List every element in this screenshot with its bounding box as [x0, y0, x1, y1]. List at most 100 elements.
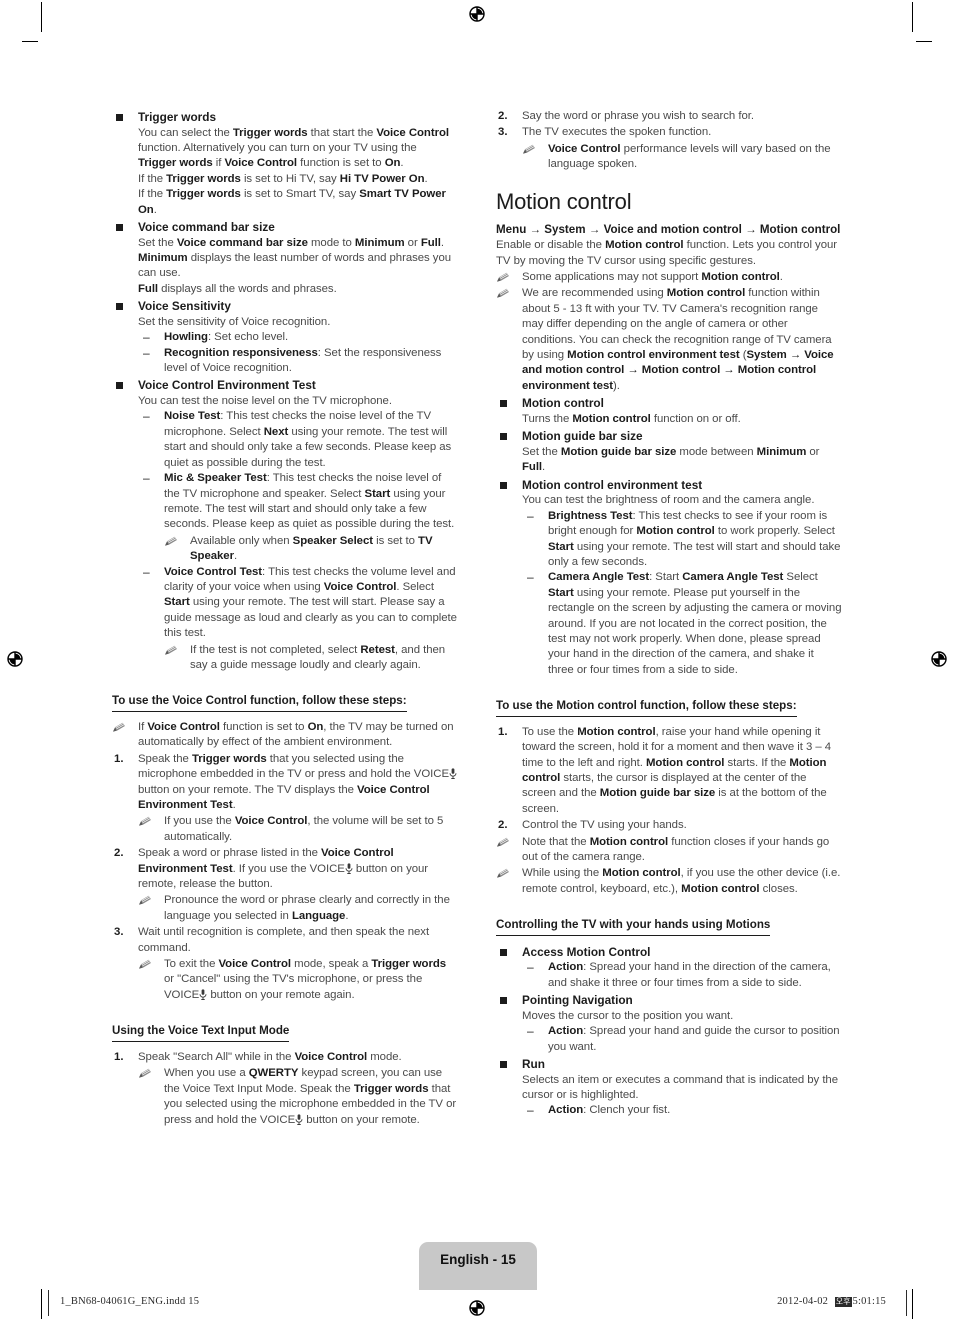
step-motion-1: 1. To use the Motion control, raise your…: [496, 725, 842, 817]
paragraph-trigger-words-3: If the Trigger words is set to Smart TV,…: [138, 188, 446, 216]
text-brightness-test: Brightness Test: This test checks to see…: [548, 509, 841, 568]
right-column: 2. Say the word or phrase you wish to se…: [496, 108, 842, 1128]
paragraph-pointing-navigation-desc: Moves the cursor to the position you wan…: [522, 1009, 734, 1022]
text-recognition-responsiveness: Recognition responsiveness: Set the resp…: [164, 346, 442, 375]
heading-motion-control-environment-test: Motion control environment test: [522, 477, 703, 492]
text-noise-test: Noise Test: This test checks the noise l…: [164, 410, 452, 469]
list-item-howling: – Howling: Set echo level.: [138, 330, 458, 345]
text-note-exit-voice-control: To exit the Voice Control mode, speak a …: [164, 958, 447, 1001]
step-number: 3.: [114, 926, 124, 939]
note-performance-levels: Voice Control performance levels will va…: [522, 142, 842, 173]
heading-voice-command-bar-size: Voice command bar size: [138, 220, 275, 235]
list-item-run-action: – Action: Clench your fist.: [522, 1103, 842, 1118]
section-run: Run Selects an item or executes a comman…: [496, 1057, 842, 1103]
pencil-note-icon: [496, 835, 522, 866]
text-note-hands-out-of-range: Note that the Motion control function cl…: [522, 835, 830, 863]
footer-time: 5:01:15: [852, 1296, 886, 1307]
step-number: 1.: [114, 752, 124, 765]
subheading-motions: Controlling the TV with your hands using…: [496, 917, 771, 936]
square-bullet-icon: [112, 378, 138, 409]
note-volume-5: If you use the Voice Control, the volume…: [138, 814, 458, 845]
dash-bullet-icon: –: [527, 570, 534, 585]
note-exit-voice-control: To exit the Voice Control mode, speak a …: [138, 957, 458, 1003]
text-note-volume-5: If you use the Voice Control, the volume…: [164, 815, 444, 843]
note-other-device: While using the Motion control, if you u…: [496, 866, 842, 897]
square-bullet-icon: [496, 478, 522, 509]
text-note-pronounce: Pronounce the word or phrase clearly and…: [164, 894, 450, 922]
text-mic-speaker-test: Mic & Speaker Test: This test checks the…: [164, 472, 455, 531]
note-hands-out-of-range: Note that the Motion control function cl…: [496, 835, 842, 866]
paragraph-voice-sensitivity-desc: Set the sensitivity of Voice recognition…: [138, 315, 331, 328]
heading-motion-control: Motion control: [522, 396, 604, 411]
manual-page: Trigger words You can select the Trigger…: [0, 0, 954, 1321]
pencil-note-icon: [112, 720, 138, 751]
left-column: Trigger words You can select the Trigger…: [112, 108, 458, 1128]
section-voice-sensitivity: Voice Sensitivity Set the sensitivity of…: [112, 299, 458, 330]
step-number: 3.: [498, 126, 508, 139]
note-voice-control-on: If Voice Control function is set to On, …: [112, 720, 458, 751]
pencil-note-icon: [138, 893, 164, 924]
microphone-icon: [449, 768, 457, 780]
paragraph-motion-control-intro: Enable or disable the Motion control fun…: [496, 239, 838, 267]
square-bullet-icon: [496, 993, 522, 1024]
text-step-motion-1: To use the Motion control, raise your ha…: [522, 725, 832, 815]
pencil-note-icon: [138, 1066, 164, 1128]
text-step-voice-1: Speak the Trigger words that you selecte…: [138, 752, 458, 814]
note-speaker-select: Available only when Speaker Select is se…: [164, 534, 458, 565]
text-pointing-action: Action: Spread your hand and guide the c…: [548, 1025, 840, 1053]
pencil-note-icon: [496, 286, 522, 394]
section-pointing-navigation: Pointing Navigation Moves the cursor to …: [496, 993, 842, 1024]
paragraph-motion-control-toggle: Turns the Motion control function on or …: [522, 412, 741, 425]
text-step-voice-2: Speak a word or phrase listed in the Voi…: [138, 847, 429, 891]
dash-bullet-icon: –: [143, 471, 150, 486]
text-note-some-applications: Some applications may not support Motion…: [522, 271, 783, 284]
heading-voice-control-environment-test: Voice Control Environment Test: [138, 378, 316, 393]
note-recognition-range: We are recommended using Motion control …: [496, 286, 842, 394]
menu-path: Menu → System → Voice and motion control…: [496, 222, 841, 236]
text-access-action: Action: Spread your hand in the directio…: [548, 961, 831, 989]
subheading-motion-control-steps: To use the Motion control function, foll…: [496, 698, 797, 717]
step-text-input-3: 3. The TV executes the spoken function. …: [496, 125, 842, 172]
heading-trigger-words: Trigger words: [138, 110, 217, 124]
list-item-voice-control-test: – Voice Control Test: This test checks t…: [138, 565, 458, 674]
subheading-voice-text-input-mode: Using the Voice Text Input Mode: [112, 1023, 290, 1042]
note-qwerty: When you use a QWERTY keypad screen, you…: [138, 1066, 458, 1128]
text-note-performance-levels: Voice Control performance levels will va…: [548, 142, 831, 171]
list-item-noise-test: – Noise Test: This test checks the noise…: [138, 409, 458, 471]
heading-motion-guide-bar-size: Motion guide bar size: [522, 429, 643, 444]
section-access-motion-control: Access Motion Control: [496, 945, 842, 961]
step-number: 2.: [498, 819, 508, 832]
step-number: 1.: [114, 1050, 124, 1063]
text-note-voice-control-on: If Voice Control function is set to On, …: [138, 720, 454, 749]
dash-bullet-icon: –: [527, 1024, 534, 1039]
step-text-input-1: 1. Speak "Search All" while in the Voice…: [112, 1050, 458, 1128]
microphone-icon: [199, 989, 207, 1000]
list-item-recognition-responsiveness: – Recognition responsiveness: Set the re…: [138, 346, 458, 377]
square-bullet-icon: [112, 110, 138, 218]
footer-timestamp: 2012-04-02 오후 5:01:15: [777, 1296, 886, 1307]
step-number: 2.: [114, 847, 124, 860]
dash-bullet-icon: –: [527, 508, 534, 523]
step-voice-2: 2. Speak a word or phrase listed in the …: [112, 846, 458, 924]
section-motion-control-toggle: Motion control Turns the Motion control …: [496, 396, 842, 427]
text-step-motion-2: Control the TV using your hands.: [522, 819, 687, 832]
list-item-mic-speaker-test: – Mic & Speaker Test: This test checks t…: [138, 471, 458, 564]
text-step-text-input-3: The TV executes the spoken function.: [522, 126, 712, 139]
page-number-badge: English - 15: [419, 1242, 537, 1290]
pencil-note-icon: [138, 957, 164, 1003]
pencil-note-icon: [138, 814, 164, 845]
square-bullet-icon: [496, 1057, 522, 1103]
list-item-pointing-action: – Action: Spread your hand and guide the…: [522, 1024, 842, 1055]
step-number: 1.: [498, 725, 508, 738]
two-column-layout: Trigger words You can select the Trigger…: [112, 108, 842, 1128]
page-title-motion-control: Motion control: [496, 188, 632, 214]
heading-access-motion-control: Access Motion Control: [522, 944, 651, 959]
text-run-action: Action: Clench your fist.: [548, 1104, 671, 1117]
text-voice-control-test: Voice Control Test: This test checks the…: [164, 565, 457, 640]
section-motion-control-environment-test: Motion control environment test You can …: [496, 478, 842, 509]
text-note-retest: If the test is not completed, select Ret…: [190, 643, 446, 671]
list-item-access-action: – Action: Spread your hand in the direct…: [522, 960, 842, 991]
text-note-recognition-range: We are recommended using Motion control …: [522, 287, 834, 392]
text-step-voice-3: Wait until recognition is complete, and …: [138, 926, 430, 954]
pencil-note-icon: [164, 534, 190, 565]
